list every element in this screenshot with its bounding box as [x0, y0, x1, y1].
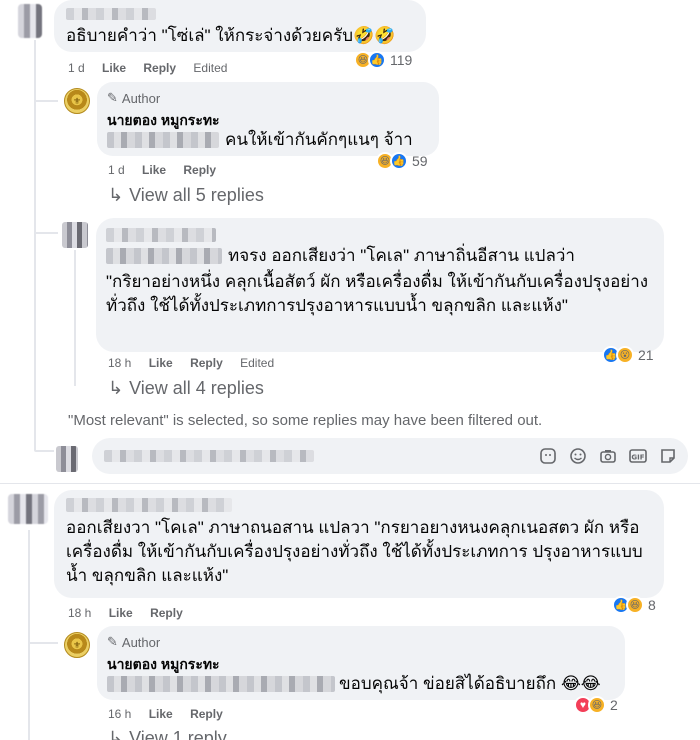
sticker-alt-icon[interactable] — [658, 446, 678, 466]
comment-text-line1: ทจรง ออกเสียงว่า "โคเล" ภาษาถิ่นอีสาน แป… — [228, 246, 575, 265]
commenter-name[interactable] — [106, 228, 216, 242]
reply-text: ขอบคุณจ้า ข่อยสิได้อธิบายถึก 😂😂 — [339, 674, 601, 693]
reaction-summary[interactable]: 👍 😆 8 — [612, 596, 656, 614]
reaction-count: 21 — [638, 347, 654, 363]
author-badge: ✎ Author — [107, 634, 160, 650]
thread-line — [74, 250, 76, 386]
haha-reaction-icon: 😆 — [588, 696, 606, 714]
view-replies-link[interactable]: ↳ View all 5 replies — [108, 185, 264, 206]
comment-meta: 18 h Like Reply Edited — [108, 356, 288, 370]
comment-meta: 1 d Like Reply Edited — [68, 61, 241, 75]
pencil-icon: ✎ — [107, 90, 118, 105]
author-badge: ✎ Author — [107, 90, 160, 106]
reply-time[interactable]: 16 h — [108, 707, 131, 721]
input-placeholder — [104, 450, 314, 462]
tagged-name[interactable] — [106, 248, 222, 264]
edited-label: Edited — [193, 61, 228, 75]
comment-time[interactable]: 1 d — [68, 61, 85, 75]
reply-button[interactable]: Reply — [183, 163, 216, 177]
reply-meta: 16 h Like Reply — [108, 707, 237, 721]
camera-icon[interactable] — [598, 446, 618, 466]
like-reaction-icon: 👍 — [390, 152, 408, 170]
author-reply-bubble: ✎ Author นายตอง หมูกระทะ ขอบคุณจ้า ข่อยส… — [97, 626, 625, 700]
pencil-icon: ✎ — [107, 634, 118, 649]
thread-connector — [34, 100, 58, 102]
comment-text: "กริยาอย่างหนึ่ง คลุกเนื้อสัตว์ ผัก หรือ… — [106, 272, 649, 315]
reaction-count: 2 — [610, 697, 618, 713]
view-replies-link[interactable]: ↳ View all 4 replies — [108, 378, 264, 399]
comment-time[interactable]: 18 h — [68, 606, 91, 620]
gif-icon[interactable]: GIF — [628, 446, 648, 466]
author-reply-bubble: ✎ Author นายตอง หมูกระทะ คนให้เข้ากันคัก… — [97, 82, 439, 156]
view-replies-label: View 1 reply — [129, 728, 227, 740]
commenter-avatar[interactable] — [18, 4, 42, 38]
commenter-avatar[interactable] — [62, 222, 88, 248]
like-button[interactable]: Like — [142, 163, 166, 177]
comment-bubble: ออกเสียงวา "โคเล" ภาษาถนอสาน แปลวา "กรยา… — [54, 490, 664, 598]
reply-button[interactable]: Reply — [190, 707, 223, 721]
reply-input[interactable]: GIF — [92, 438, 688, 474]
commenter-avatar[interactable] — [8, 494, 48, 524]
comment-bubble: อธิบายคำว่า "โซ่เล่" ให้กระจ่างด้วยครับ🤣… — [54, 0, 426, 52]
haha-reaction-icon: 😆 — [626, 596, 644, 614]
like-button[interactable]: Like — [109, 606, 133, 620]
reaction-summary[interactable]: 😆 👍 119 — [354, 51, 412, 69]
reaction-summary[interactable]: 😆 👍 59 — [376, 152, 428, 170]
comment-time[interactable]: 18 h — [108, 356, 131, 370]
author-badge-label: Author — [121, 634, 161, 650]
author-name[interactable]: นายตอง หมูกระทะ — [107, 654, 220, 676]
reaction-summary[interactable]: 👍 😮 21 — [602, 346, 654, 364]
author-badge-label: Author — [121, 90, 161, 106]
commenter-name[interactable] — [66, 498, 232, 512]
view-replies-label: View all 5 replies — [129, 185, 264, 205]
author-avatar[interactable]: ⚜ — [64, 88, 90, 114]
comment-bubble: ทจรง ออกเสียงว่า "โคเล" ภาษาถิ่นอีสาน แป… — [96, 218, 664, 352]
like-reaction-icon: 👍 — [368, 51, 386, 69]
comment-meta: 18 h Like Reply — [68, 606, 197, 620]
reply-arrow-icon: ↳ — [108, 378, 124, 398]
like-button[interactable]: Like — [149, 356, 173, 370]
like-button[interactable]: Like — [102, 61, 126, 75]
view-replies-label: View all 4 replies — [129, 378, 264, 398]
reply-arrow-icon: ↳ — [108, 185, 124, 205]
author-avatar[interactable]: ⚜ — [64, 632, 90, 658]
thread-connector — [28, 642, 58, 644]
commenter-name[interactable] — [66, 8, 156, 20]
reaction-count: 119 — [390, 52, 413, 68]
svg-text:GIF: GIF — [631, 454, 644, 462]
tagged-name[interactable] — [107, 676, 335, 692]
comment-text: อธิบายคำว่า "โซ่เล่" ให้กระจ่างด้วยครับ🤣… — [66, 26, 396, 45]
reaction-count: 59 — [412, 153, 428, 169]
reply-time[interactable]: 1 d — [108, 163, 125, 177]
reply-button[interactable]: Reply — [190, 356, 223, 370]
view-replies-link[interactable]: ↳ View 1 reply — [108, 728, 227, 740]
reply-text: คนให้เข้ากันคักๆแนๆ จ้าา — [225, 130, 413, 149]
thread-line — [28, 530, 30, 740]
tagged-name[interactable] — [107, 132, 219, 148]
thread-connector — [34, 232, 58, 234]
edited-label: Edited — [240, 356, 275, 370]
author-name[interactable]: นายตอง หมูกระทะ — [107, 110, 220, 132]
reply-meta: 1 d Like Reply — [108, 163, 230, 177]
reaction-count: 8 — [648, 597, 656, 613]
my-avatar[interactable] — [56, 446, 78, 472]
like-button[interactable]: Like — [149, 707, 173, 721]
emoji-icon[interactable] — [568, 446, 588, 466]
reply-button[interactable]: Reply — [143, 61, 176, 75]
sticker-icon[interactable] — [538, 446, 558, 466]
reaction-summary[interactable]: ♥ 😆 2 — [574, 696, 618, 714]
reply-arrow-icon: ↳ — [108, 728, 124, 740]
section-divider — [0, 483, 700, 484]
wow-reaction-icon: 😮 — [616, 346, 634, 364]
reply-button[interactable]: Reply — [150, 606, 183, 620]
thread-connector — [34, 450, 54, 452]
filter-notice: "Most relevant" is selected, so some rep… — [68, 412, 543, 429]
comment-text: ออกเสียงวา "โคเล" ภาษาถนอสาน แปลวา "กรยา… — [66, 518, 643, 585]
